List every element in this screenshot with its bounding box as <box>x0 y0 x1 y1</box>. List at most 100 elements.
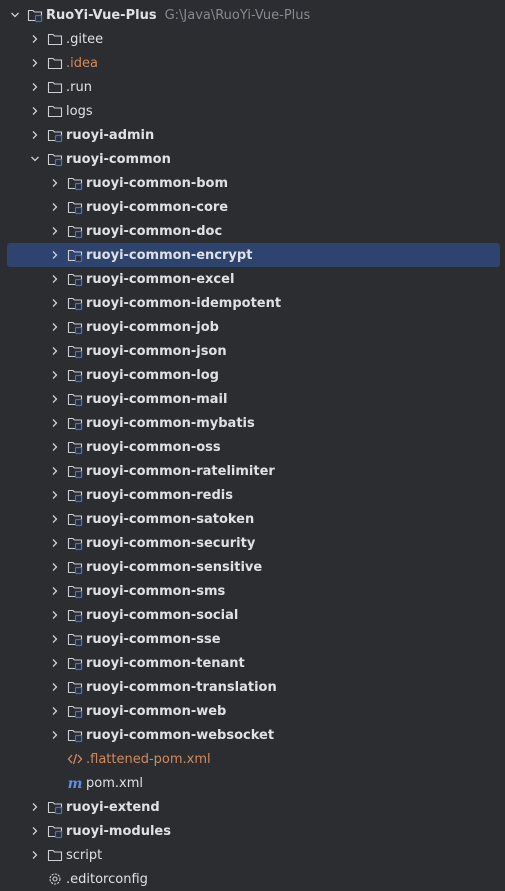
tree-row-ruoyi-common-tenant[interactable]: ruoyi-common-tenant <box>0 651 505 675</box>
chevron-right-icon[interactable] <box>47 463 63 479</box>
tree-row-ruoyi-common-doc[interactable]: ruoyi-common-doc <box>0 219 505 243</box>
chevron-right-icon[interactable] <box>47 487 63 503</box>
tree-row-ruoyi-common-log[interactable]: ruoyi-common-log <box>0 363 505 387</box>
folder-icon <box>47 31 63 47</box>
svg-text:m: m <box>68 776 83 791</box>
chevron-right-icon[interactable] <box>47 343 63 359</box>
module-folder-icon <box>67 367 83 383</box>
tree-row-ruoyi-modules[interactable]: ruoyi-modules <box>0 819 505 843</box>
chevron-right-icon[interactable] <box>27 799 43 815</box>
module-folder-icon <box>47 799 63 815</box>
chevron-right-icon[interactable] <box>47 439 63 455</box>
tree-row-ruoyi-common-json[interactable]: ruoyi-common-json <box>0 339 505 363</box>
module-folder-icon <box>47 151 63 167</box>
chevron-right-icon[interactable] <box>47 727 63 743</box>
tree-row-ruoyi-common-satoken[interactable]: ruoyi-common-satoken <box>0 507 505 531</box>
module-folder-icon <box>67 727 83 743</box>
tree-row-ruoyi-common-idempotent[interactable]: ruoyi-common-idempotent <box>0 291 505 315</box>
module-folder-icon <box>67 535 83 551</box>
tree-row-gitee[interactable]: .gitee <box>0 27 505 51</box>
tree-item-label: ruoyi-common-translation <box>86 679 277 695</box>
module-folder-icon <box>67 655 83 671</box>
chevron-right-icon[interactable] <box>47 367 63 383</box>
chevron-right-icon[interactable] <box>27 103 43 119</box>
chevron-right-icon[interactable] <box>27 823 43 839</box>
tree-item-label: .gitee <box>66 31 104 47</box>
chevron-right-icon[interactable] <box>47 319 63 335</box>
tree-row-ruoyi-common-websocket[interactable]: ruoyi-common-websocket <box>0 723 505 747</box>
folder-icon <box>47 847 63 863</box>
module-folder-icon <box>67 343 83 359</box>
tree-item-label: ruoyi-common <box>66 151 171 167</box>
tree-row-logs[interactable]: logs <box>0 99 505 123</box>
tree-row-ruoyi-common-social[interactable]: ruoyi-common-social <box>0 603 505 627</box>
tree-row-flattened-pom[interactable]: .flattened-pom.xml <box>0 747 505 771</box>
project-name: RuoYi-Vue-Plus <box>46 7 157 23</box>
chevron-right-icon[interactable] <box>47 583 63 599</box>
chevron-right-icon[interactable] <box>47 655 63 671</box>
tree-row-ruoyi-common-oss[interactable]: ruoyi-common-oss <box>0 435 505 459</box>
tree-row-idea[interactable]: .idea <box>0 51 505 75</box>
tree-row-ruoyi-common-redis[interactable]: ruoyi-common-redis <box>0 483 505 507</box>
tree-row-ruoyi-common[interactable]: ruoyi-common <box>0 147 505 171</box>
tree-row-ruoyi-common-translation[interactable]: ruoyi-common-translation <box>0 675 505 699</box>
tree-row-script[interactable]: script <box>0 843 505 867</box>
chevron-right-icon[interactable] <box>27 847 43 863</box>
tree-item-label: ruoyi-common-web <box>86 703 227 719</box>
tree-row-pom-xml[interactable]: m pom.xml <box>0 771 505 795</box>
tree-item-label: ruoyi-common-bom <box>86 175 229 191</box>
chevron-right-icon[interactable] <box>47 247 63 263</box>
module-folder-icon <box>67 583 83 599</box>
chevron-right-icon[interactable] <box>47 295 63 311</box>
tree-row-ruoyi-admin[interactable]: ruoyi-admin <box>0 123 505 147</box>
tree-row-ruoyi-extend[interactable]: ruoyi-extend <box>0 795 505 819</box>
chevron-right-icon[interactable] <box>47 535 63 551</box>
tree-row-editorconfig[interactable]: .editorconfig <box>0 867 505 891</box>
chevron-right-icon[interactable] <box>27 127 43 143</box>
module-folder-icon <box>67 223 83 239</box>
tree-item-label: ruoyi-common-log <box>86 367 219 383</box>
tree-row-ruoyi-common-ratelimiter[interactable]: ruoyi-common-ratelimiter <box>0 459 505 483</box>
tree-row-project-root[interactable]: RuoYi-Vue-Plus G:\Java\RuoYi-Vue-Plus <box>0 3 505 27</box>
tree-row-ruoyi-common-sms[interactable]: ruoyi-common-sms <box>0 579 505 603</box>
chevron-right-icon[interactable] <box>47 415 63 431</box>
tree-item-label: ruoyi-common-excel <box>86 271 235 287</box>
chevron-right-icon[interactable] <box>47 679 63 695</box>
tree-row-ruoyi-common-mail[interactable]: ruoyi-common-mail <box>0 387 505 411</box>
chevron-down-icon[interactable] <box>7 7 23 23</box>
tree-row-ruoyi-common-encrypt[interactable]: ruoyi-common-encrypt <box>0 243 505 267</box>
chevron-right-icon[interactable] <box>47 175 63 191</box>
project-path: G:\Java\RuoYi-Vue-Plus <box>164 7 311 23</box>
tree-row-ruoyi-common-job[interactable]: ruoyi-common-job <box>0 315 505 339</box>
chevron-right-icon[interactable] <box>47 607 63 623</box>
tree-row-ruoyi-common-sensitive[interactable]: ruoyi-common-sensitive <box>0 555 505 579</box>
chevron-right-icon[interactable] <box>47 703 63 719</box>
chevron-right-icon[interactable] <box>47 223 63 239</box>
tree-row-ruoyi-common-excel[interactable]: ruoyi-common-excel <box>0 267 505 291</box>
tree-row-ruoyi-common-core[interactable]: ruoyi-common-core <box>0 195 505 219</box>
tree-item-label: ruoyi-common-social <box>86 607 239 623</box>
chevron-right-icon[interactable] <box>27 31 43 47</box>
chevron-right-icon[interactable] <box>47 631 63 647</box>
chevron-right-icon[interactable] <box>27 79 43 95</box>
chevron-right-icon[interactable] <box>27 55 43 71</box>
module-folder-icon <box>67 271 83 287</box>
module-folder-icon <box>67 559 83 575</box>
tree-item-label: ruoyi-common-sse <box>86 631 221 647</box>
tree-row-ruoyi-common-web[interactable]: ruoyi-common-web <box>0 699 505 723</box>
tree-row-ruoyi-common-bom[interactable]: ruoyi-common-bom <box>0 171 505 195</box>
chevron-right-icon[interactable] <box>47 559 63 575</box>
chevron-right-icon[interactable] <box>47 391 63 407</box>
xml-icon <box>67 751 83 767</box>
tree-row-ruoyi-common-sse[interactable]: ruoyi-common-sse <box>0 627 505 651</box>
chevron-down-icon[interactable] <box>27 151 43 167</box>
chevron-right-icon[interactable] <box>47 271 63 287</box>
module-folder-icon <box>67 511 83 527</box>
tree-item-label: ruoyi-common-json <box>86 343 227 359</box>
tree-row-run[interactable]: .run <box>0 75 505 99</box>
tree-row-ruoyi-common-mybatis[interactable]: ruoyi-common-mybatis <box>0 411 505 435</box>
chevron-right-icon[interactable] <box>47 199 63 215</box>
tree-row-ruoyi-common-security[interactable]: ruoyi-common-security <box>0 531 505 555</box>
tree-item-label: ruoyi-common-core <box>86 199 229 215</box>
chevron-right-icon[interactable] <box>47 511 63 527</box>
